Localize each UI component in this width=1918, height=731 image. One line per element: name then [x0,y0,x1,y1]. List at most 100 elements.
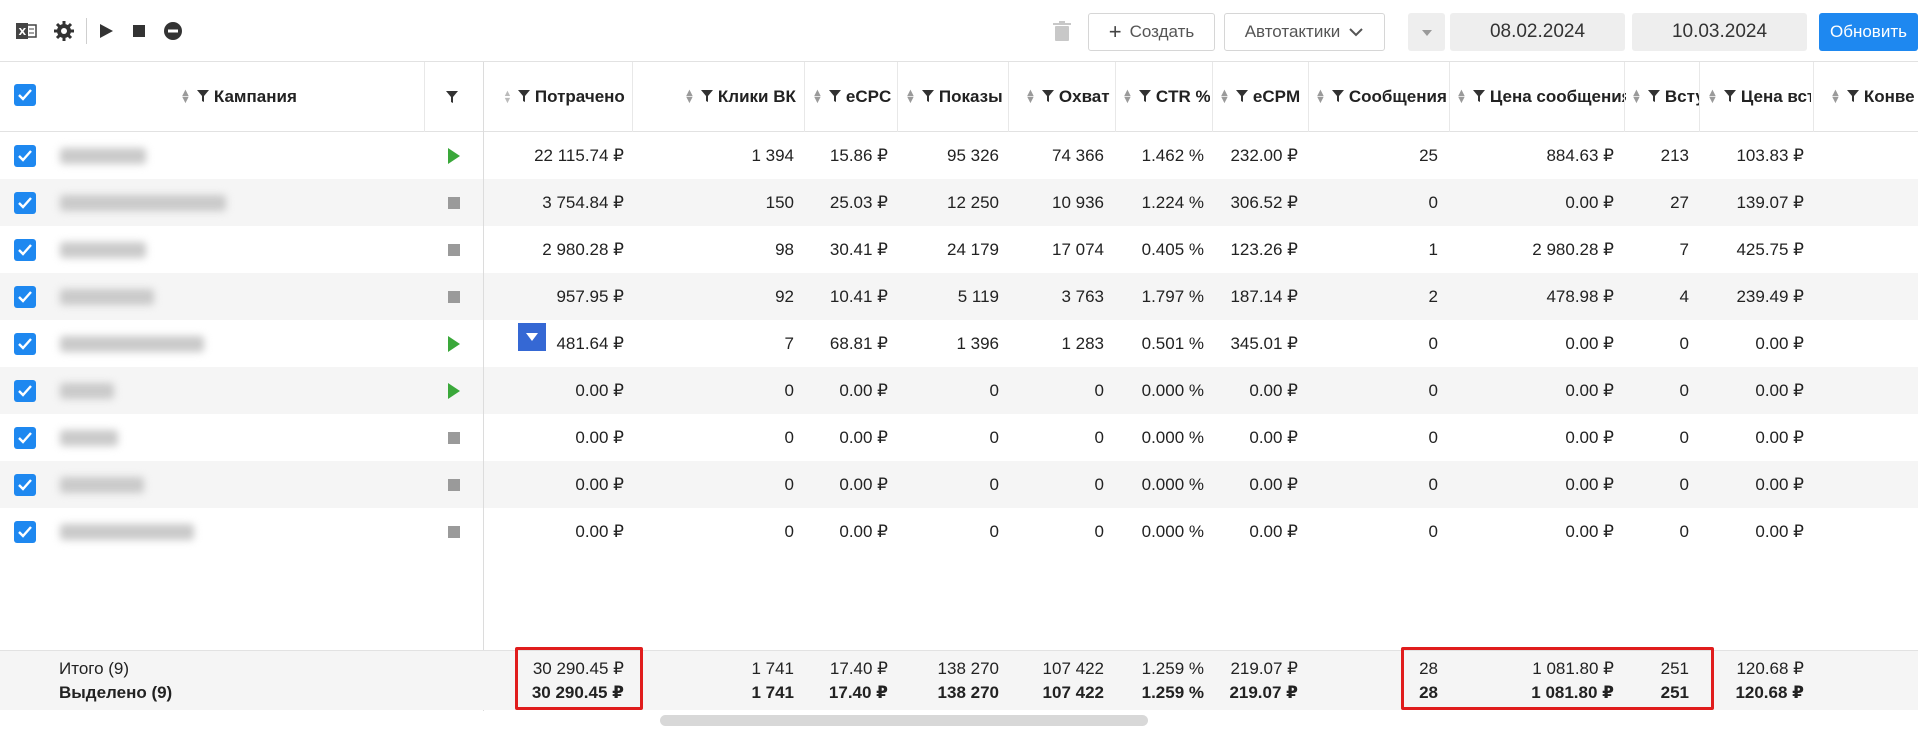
select-all-checkbox[interactable] [14,84,36,106]
sort-icon[interactable]: ▲ ▼ [684,88,695,106]
sort-icon[interactable]: ▲ ▼ [1631,88,1642,106]
row-checkbox[interactable] [14,474,36,496]
cell-messages: 1 [1428,239,1438,259]
sort-icon[interactable]: ▲ ▼ [503,89,512,105]
table-row[interactable]: 2 980.28 ₽98 30.41 ₽24 179 17 074 0.405 % 12… [0,226,1918,273]
cell-spent: 2 980.28 ₽ [542,239,624,259]
autotactics-dropdown[interactable]: Автотактики [1224,13,1385,51]
sort-icon[interactable]: ▲ ▼ [1122,88,1133,106]
cell-join_price: 0.00 ₽ [1755,380,1804,400]
gear-icon[interactable] [51,18,77,44]
play-icon[interactable] [93,18,119,44]
toolbar: X + Создать Автотактики 08.02.2024 10.03… [0,0,1918,62]
row-checkbox[interactable] [14,380,36,402]
column-header-reach[interactable]: ▲ ▼ Охват [1025,62,1115,132]
chevron-down-icon [1348,22,1364,42]
filter-icon[interactable] [1846,87,1859,107]
sort-icon[interactable]: ▲ ▼ [1025,88,1036,106]
campaign-name-redacted[interactable] [60,477,144,493]
cell-join_price: 0.00 ₽ [1755,521,1804,541]
filter-icon[interactable] [1138,87,1151,107]
date-to-input[interactable]: 10.03.2024 [1632,13,1807,51]
trash-icon[interactable] [1049,18,1075,44]
campaign-name-redacted[interactable] [60,430,118,446]
table-row[interactable]: 0.00 ₽0 0.00 ₽0 0 0.000 % 0.00 ₽0 0.00 ₽0 0.00… [0,461,1918,508]
status-filter-icon[interactable] [446,62,466,132]
table-row[interactable]: 0.00 ₽0 0.00 ₽0 0 0.000 % 0.00 ₽0 0.00 ₽0 0.00… [0,367,1918,414]
sort-icon[interactable]: ▲ ▼ [1219,88,1230,106]
cell-messages: 0 [1428,333,1438,353]
svg-text:X: X [19,27,27,38]
date-from-input[interactable]: 08.02.2024 [1450,13,1625,51]
column-header-campaign[interactable]: ▲ ▼ Кампания [180,62,400,132]
cell-spent: 3 754.84 ₽ [542,192,624,212]
filter-icon[interactable] [196,87,209,107]
sort-icon[interactable]: ▲ ▼ [1315,88,1326,106]
filter-icon[interactable] [1331,87,1344,107]
row-checkbox[interactable] [14,239,36,261]
column-header-shows[interactable]: ▲ ▼ Показы [905,62,1005,132]
row-checkbox[interactable] [14,521,36,543]
cell-dropdown-handle[interactable] [518,323,546,351]
sort-icon[interactable]: ▲ ▼ [1456,88,1467,106]
column-header-msg-price[interactable]: ▲ ▼ Цена сообщения [1456,62,1626,132]
sort-icon[interactable]: ▲ ▼ [1830,88,1841,106]
filter-icon[interactable] [1647,87,1660,107]
row-checkbox[interactable] [14,286,36,308]
filter-icon[interactable] [700,87,713,107]
filter-icon[interactable] [517,87,530,107]
highlight-messages-totals [1401,647,1714,710]
disable-icon[interactable] [160,18,186,44]
scrollbar-thumb[interactable] [660,715,1148,726]
filter-icon[interactable] [1723,87,1736,107]
row-checkbox[interactable] [14,427,36,449]
row-checkbox[interactable] [14,145,36,167]
cell-spent: 0.00 ₽ [575,521,624,541]
column-header-ecpm[interactable]: ▲ ▼ eCPM [1219,62,1311,132]
column-header-conversions[interactable]: ▲ ▼ Конве [1830,62,1918,132]
table-row[interactable]: 3 754.84 ₽150 25.03 ₽12 250 10 936 1.224 % 3… [0,179,1918,226]
row-checkbox[interactable] [14,192,36,214]
date-preset-dropdown[interactable] [1408,13,1445,51]
column-header-ctr[interactable]: ▲ ▼ CTR % [1122,62,1210,132]
row-checkbox[interactable] [14,333,36,355]
filter-icon[interactable] [1472,87,1485,107]
column-header-joins[interactable]: ▲▼ Всту [1631,62,1699,132]
cell-spent: 0.00 ₽ [575,427,624,447]
table-row[interactable]: 481.64 ₽7 68.81 ₽1 396 1 283 0.501 % 345.01 … [0,320,1918,367]
table-row[interactable]: 0.00 ₽0 0.00 ₽0 0 0.000 % 0.00 ₽0 0.00 ₽0 0.00… [0,508,1918,555]
table-row[interactable]: 0.00 ₽0 0.00 ₽0 0 0.000 % 0.00 ₽0 0.00 ₽0 0.00… [0,414,1918,461]
refresh-button[interactable]: Обновить [1819,13,1918,51]
excel-export-icon[interactable]: X [13,18,39,44]
column-header-ecpc[interactable]: ▲ ▼ eCPC [812,62,902,132]
campaign-name-redacted[interactable] [60,148,146,164]
campaign-name-redacted[interactable] [60,336,204,352]
campaign-name-redacted[interactable] [60,524,194,540]
column-header-clicks[interactable]: ▲ ▼ Клики ВК [684,62,804,132]
campaign-name-redacted[interactable] [60,195,226,211]
filter-icon[interactable] [1235,87,1248,107]
plus-icon: + [1108,19,1122,44]
cell-messages: 25 [1419,145,1438,165]
sort-icon[interactable]: ▲ ▼ [180,88,191,106]
sort-icon[interactable]: ▲ ▼ [1707,88,1718,106]
create-button[interactable]: + Создать [1088,13,1215,51]
stop-icon[interactable] [126,18,152,44]
filter-icon[interactable] [828,87,841,107]
column-header-join-price[interactable]: ▲ ▼ Цена вст [1707,62,1811,132]
cell-messages: 0 [1428,427,1438,447]
campaign-name-redacted[interactable] [60,383,114,399]
column-header-messages[interactable]: ▲ ▼ Сообщения [1315,62,1451,132]
filter-icon[interactable] [1041,87,1054,107]
cell-messages: 0 [1428,192,1438,212]
filter-icon[interactable] [921,87,934,107]
table-row[interactable]: 22 115.74 ₽1 394 15.86 ₽95 326 74 366 1.462… [0,132,1918,179]
cell-messages: 0 [1428,521,1438,541]
table-row[interactable]: 957.95 ₽92 10.41 ₽5 119 3 763 1.797 % 187.14… [0,273,1918,320]
sort-icon[interactable]: ▲ ▼ [812,88,823,106]
campaign-name-redacted[interactable] [60,242,146,258]
column-header-spent[interactable]: ▲ ▼ Потрачено [503,62,625,132]
campaign-name-redacted[interactable] [60,289,154,305]
sort-icon[interactable]: ▲ ▼ [905,88,916,106]
cell-join_price: 0.00 ₽ [1755,474,1804,494]
